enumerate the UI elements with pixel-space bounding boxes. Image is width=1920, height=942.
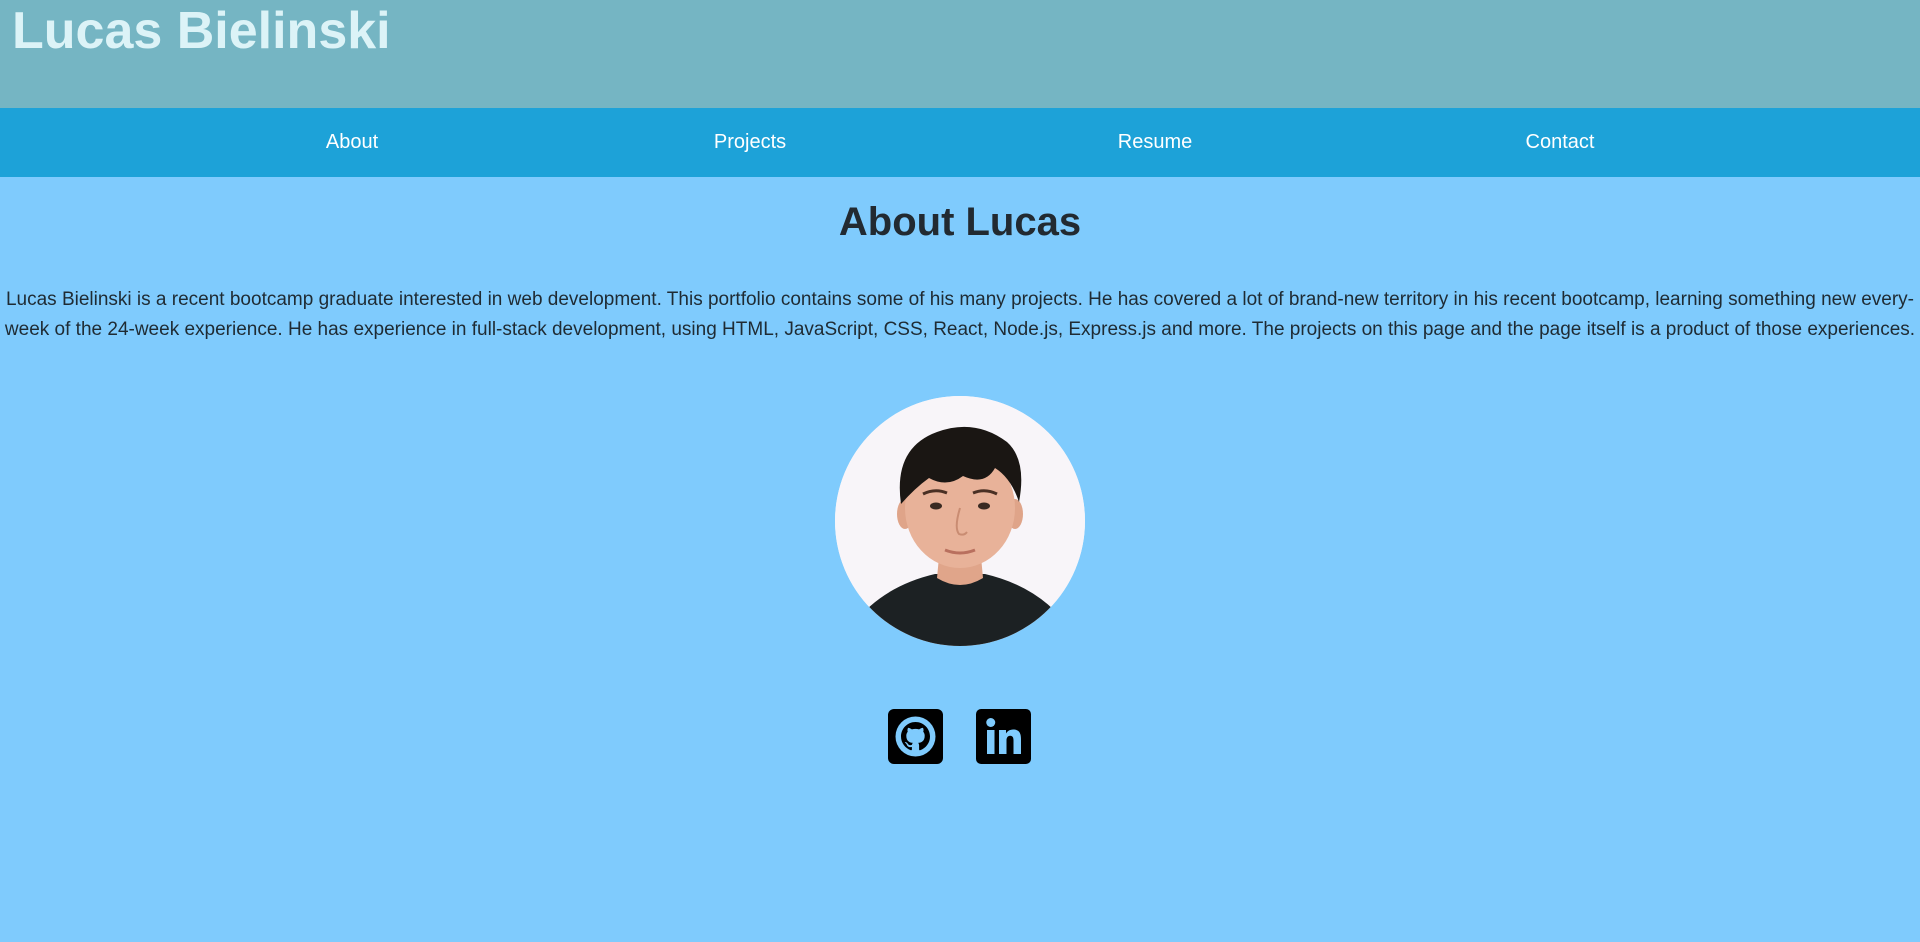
nav-resume-link[interactable]: Resume [1118, 108, 1192, 177]
about-heading: About Lucas [838, 200, 1082, 244]
site-header: Lucas Bielinski [0, 0, 1920, 108]
main-nav: About Projects Resume Contact [0, 108, 1920, 177]
profile-photo [835, 396, 1085, 646]
github-icon [888, 709, 943, 764]
linkedin-icon [976, 709, 1031, 764]
github-link[interactable] [888, 709, 943, 764]
nav-projects-link[interactable]: Projects [714, 108, 786, 177]
linkedin-link[interactable] [976, 709, 1031, 764]
profile-photo-illustration [835, 396, 1085, 646]
about-bio: Lucas Bielinski is a recent bootcamp gra… [4, 289, 1916, 340]
nav-about-link[interactable]: About [326, 108, 378, 177]
site-title: Lucas Bielinski [12, 2, 391, 60]
nav-contact-link[interactable]: Contact [1526, 108, 1595, 177]
about-section: About Lucas Lucas Bielinski is a recent … [0, 177, 1920, 942]
